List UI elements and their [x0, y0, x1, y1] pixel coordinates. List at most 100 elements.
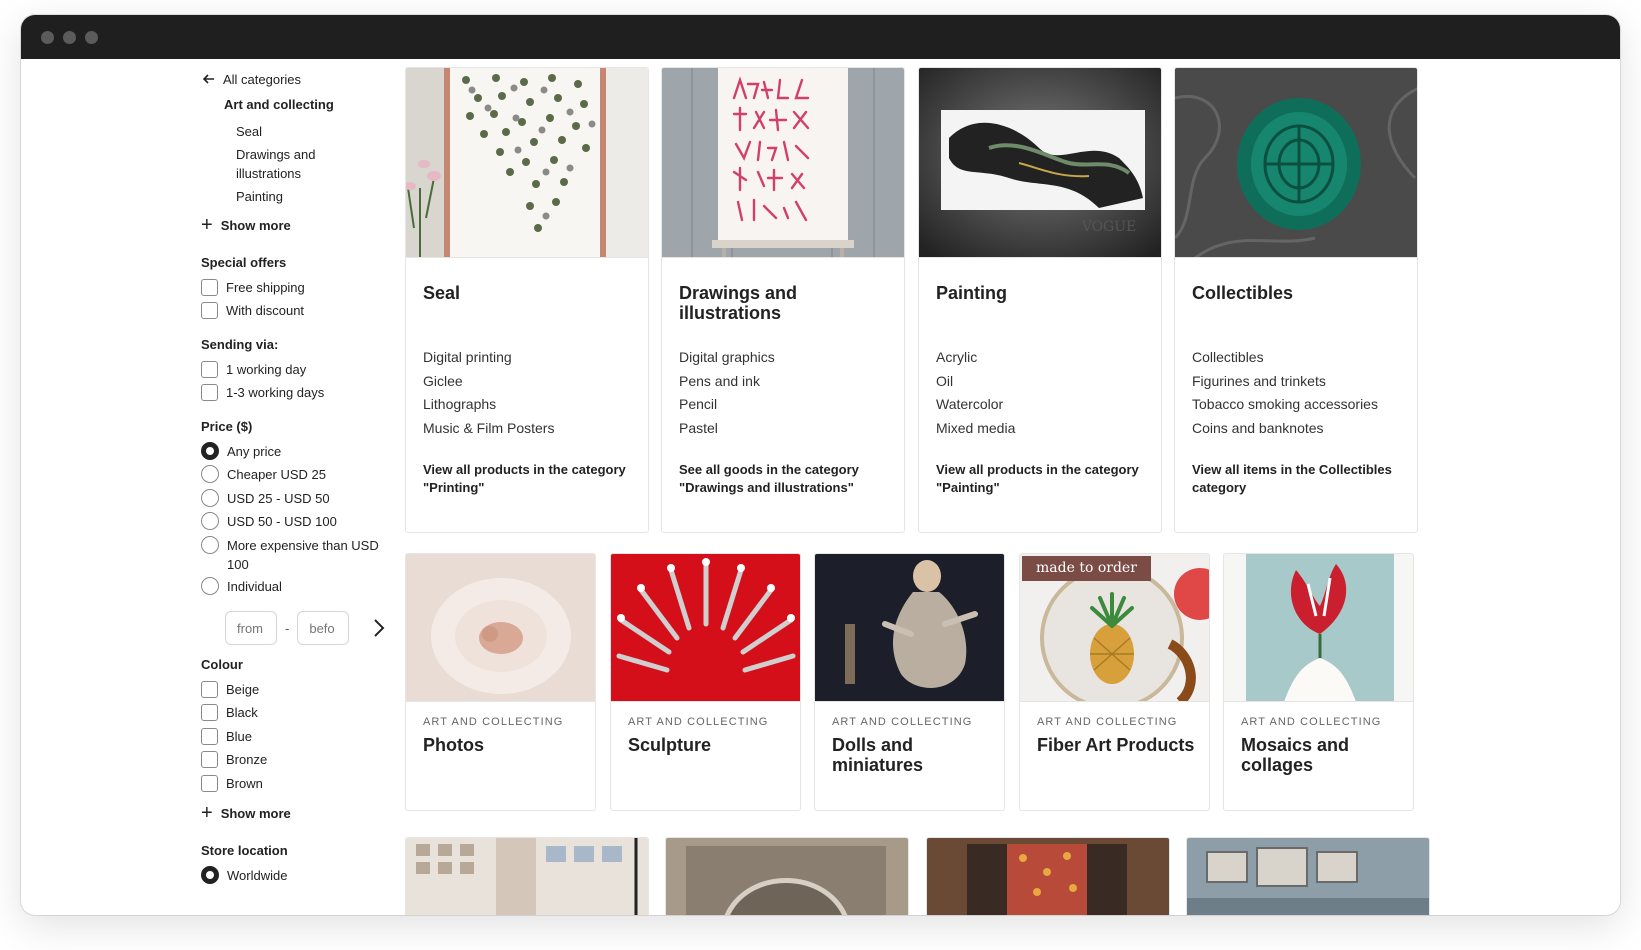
location-worldwide-radio[interactable]: Worldwide [201, 866, 287, 885]
one-to-three-days-checkbox[interactable]: 1-3 working days [201, 383, 324, 402]
category-title[interactable]: Painting [936, 283, 1136, 303]
price-from-input[interactable] [225, 611, 277, 645]
one-day-checkbox[interactable]: 1 working day [201, 360, 306, 379]
colour-blue-checkbox[interactable]: Blue [201, 727, 252, 746]
card-kicker: ART AND COLLECTING [628, 716, 769, 728]
all-categories-link[interactable]: All categories [202, 72, 301, 87]
subcategory-link-drawings[interactable]: Drawings and illustrations [236, 145, 376, 183]
price-individual-radio[interactable]: Individual [201, 577, 282, 596]
maximize-window-dot[interactable] [85, 30, 98, 44]
card-kicker: ART AND COLLECTING [423, 716, 564, 728]
subcategory-card-photos[interactable]: ART AND COLLECTING Photos [405, 553, 596, 811]
partial-card-4[interactable] [1186, 837, 1430, 915]
mosaics-image [1224, 554, 1413, 702]
category-link[interactable]: Lithographs [423, 393, 554, 417]
radio-icon [201, 512, 219, 530]
minimize-window-dot[interactable] [63, 30, 76, 44]
close-window-dot[interactable] [41, 30, 54, 44]
option-label: Bronze [226, 752, 268, 767]
current-category[interactable]: Art and collecting [224, 97, 334, 112]
show-more-categories-button[interactable]: + Show more [201, 215, 291, 235]
category-link[interactable]: Digital graphics [679, 346, 775, 370]
category-link[interactable]: Giclee [423, 370, 554, 394]
category-link[interactable]: Coins and banknotes [1192, 417, 1378, 441]
category-card-collectibles[interactable]: Collectibles Collectibles Figurines and … [1174, 67, 1418, 533]
subcategory-card-fiber-art[interactable]: made to order ART AND COLLECTING Fiber A… [1019, 553, 1210, 811]
with-discount-checkbox[interactable]: With discount [201, 301, 304, 320]
sculpture-image [611, 554, 800, 702]
vogue-caption: VOGUE [1081, 219, 1137, 235]
category-link[interactable]: Watercolor [936, 393, 1015, 417]
price-range-inputs: - [225, 611, 350, 645]
price-under-25-radio[interactable]: Cheaper USD 25 [201, 465, 326, 484]
category-link[interactable]: Pens and ink [679, 370, 775, 394]
fiber-art-image: made to order [1020, 554, 1209, 702]
radio-icon [201, 577, 219, 595]
category-title[interactable]: Seal [423, 283, 623, 303]
partial-card-2[interactable] [665, 837, 909, 915]
price-any-radio[interactable]: Any price [201, 442, 281, 461]
partial-card-1[interactable] [405, 837, 649, 915]
subcategory-card-mosaics[interactable]: ART AND COLLECTING Mosaics and collages [1223, 553, 1414, 811]
category-link[interactable]: Music & Film Posters [423, 417, 554, 441]
colour-beige-checkbox[interactable]: Beige [201, 680, 259, 699]
category-link[interactable]: Tobacco smoking accessories [1192, 393, 1378, 417]
price-25-50-radio[interactable]: USD 25 - USD 50 [201, 489, 330, 508]
card-title[interactable]: Fiber Art Products [1037, 735, 1207, 755]
category-card-seal[interactable]: Seal Digital printing Giclee Lithographs… [405, 67, 649, 533]
partial-card-3[interactable] [926, 837, 1170, 915]
category-link[interactable]: Pencil [679, 393, 775, 417]
category-link[interactable]: Acrylic [936, 346, 1015, 370]
colour-brown-checkbox[interactable]: Brown [201, 774, 263, 793]
subcategory-card-sculpture[interactable]: ART AND COLLECTING Sculpture [610, 553, 801, 811]
apply-price-chevron-right-icon[interactable] [369, 615, 389, 641]
card-title[interactable]: Dolls and miniatures [832, 735, 1002, 775]
partial-card-image [666, 838, 908, 915]
category-card-drawings[interactable]: Drawings and illustrations Digital graph… [661, 67, 905, 533]
price-heading: Price ($) [201, 419, 253, 434]
arrow-left-icon [202, 72, 215, 87]
price-50-100-radio[interactable]: USD 50 - USD 100 [201, 512, 337, 531]
partial-card-image [1187, 838, 1429, 915]
subcategory-link-seal[interactable]: Seal [236, 122, 376, 141]
checkbox-icon [201, 751, 218, 768]
subcategory-link-painting[interactable]: Painting [236, 187, 376, 206]
price-to-input[interactable] [297, 611, 350, 645]
view-all-link[interactable]: View all products in the category "Paint… [936, 461, 1146, 497]
view-all-link[interactable]: View all items in the Collectibles categ… [1192, 461, 1402, 497]
card-kicker: ART AND COLLECTING [1241, 716, 1382, 728]
option-label: 1 working day [226, 362, 307, 377]
category-card-painting[interactable]: VOGUE Painting Acrylic Oil Watercolor Mi… [918, 67, 1162, 533]
category-link[interactable]: Collectibles [1192, 346, 1378, 370]
category-title[interactable]: Drawings and illustrations [679, 283, 879, 323]
show-more-colours-button[interactable]: + Show more [201, 803, 291, 823]
card-title[interactable]: Sculpture [628, 735, 798, 755]
view-all-link[interactable]: View all products in the category "Print… [423, 461, 633, 497]
radio-selected-icon [201, 866, 219, 884]
show-more-label: Show more [220, 805, 291, 821]
category-link[interactable]: Pastel [679, 417, 775, 441]
category-link[interactable]: Digital printing [423, 346, 554, 370]
photos-image [406, 554, 595, 702]
category-title[interactable]: Collectibles [1192, 283, 1392, 303]
option-label: Cheaper USD 25 [227, 467, 326, 482]
checkbox-icon [201, 775, 218, 792]
seal-category-image [406, 68, 648, 258]
checkbox-icon [201, 384, 218, 401]
option-label: With discount [226, 303, 305, 318]
category-link[interactable]: Oil [936, 370, 1015, 394]
card-kicker: ART AND COLLECTING [1037, 716, 1178, 728]
price-over-100-radio[interactable]: More expensive than USD 100 [201, 536, 391, 574]
card-title[interactable]: Photos [423, 735, 593, 755]
category-link[interactable]: Figurines and trinkets [1192, 370, 1378, 394]
subcategory-card-dolls[interactable]: ART AND COLLECTING Dolls and miniatures [814, 553, 1005, 811]
option-label: Any price [227, 444, 282, 459]
free-shipping-checkbox[interactable]: Free shipping [201, 278, 305, 297]
category-link[interactable]: Mixed media [936, 417, 1015, 441]
colour-black-checkbox[interactable]: Black [201, 703, 258, 722]
radio-icon [201, 465, 219, 483]
card-title[interactable]: Mosaics and collages [1241, 735, 1411, 775]
colour-bronze-checkbox[interactable]: Bronze [201, 750, 267, 769]
store-location-heading: Store location [201, 843, 288, 858]
view-all-link[interactable]: See all goods in the category "Drawings … [679, 461, 889, 497]
